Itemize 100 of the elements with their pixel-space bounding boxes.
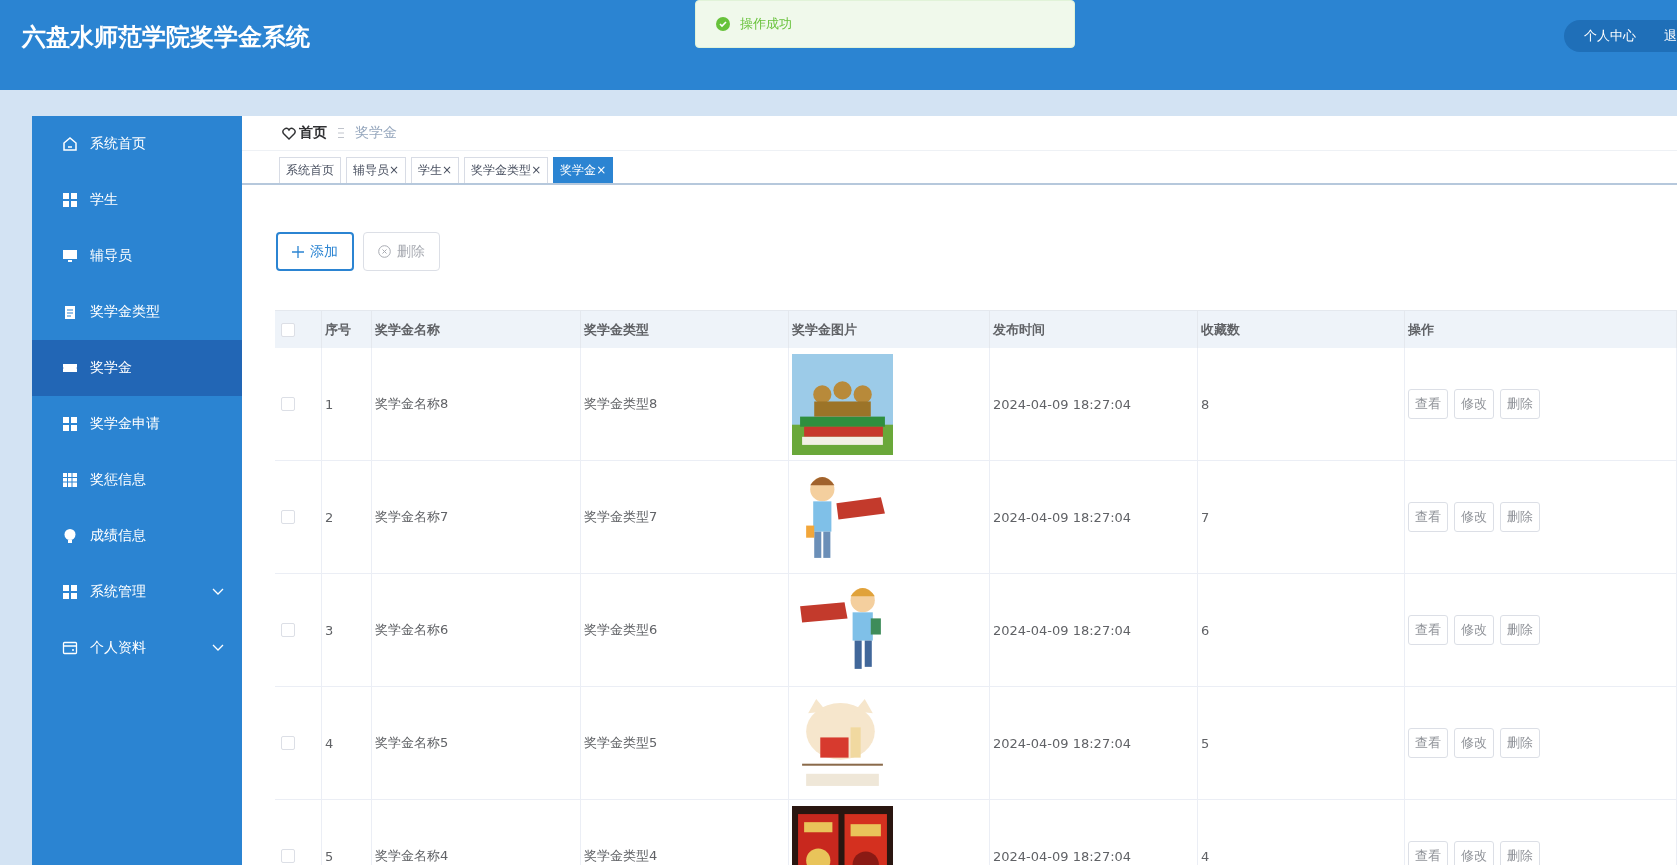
action-button[interactable]: 修改 (1454, 615, 1494, 645)
action-button[interactable]: 修改 (1454, 841, 1494, 865)
table-cell: 2024-04-09 18:27:04 (993, 509, 1132, 525)
action-button[interactable]: 修改 (1454, 389, 1494, 419)
table-cell: 3 (325, 622, 334, 638)
action-button[interactable]: 查看 (1408, 615, 1448, 645)
table-cell: 2024-04-09 18:27:04 (993, 396, 1132, 412)
sidebar-label: 奖学金 (90, 359, 133, 377)
sidebar-item[interactable]: 奖惩信息 (32, 452, 242, 508)
sidebar-label: 成绩信息 (90, 527, 147, 545)
table-cell: 4 (1201, 848, 1210, 864)
clipboard-icon (62, 304, 78, 320)
table-cell: 奖学金名称5 (375, 734, 449, 752)
column-header: 奖学金名称 (375, 320, 440, 339)
row-checkbox[interactable] (281, 623, 295, 637)
table-cell: 奖学金类型6 (584, 621, 658, 639)
table-cell: 奖学金类型5 (584, 734, 658, 752)
sidebar-label: 个人资料 (90, 639, 147, 657)
table-cell: 奖学金类型7 (584, 508, 658, 526)
sidebar-label: 辅导员 (90, 247, 133, 265)
action-button[interactable]: 查看 (1408, 389, 1448, 419)
table-cell: 5 (325, 848, 334, 864)
page-tab[interactable]: 系统首页 (279, 157, 341, 183)
breadcrumb-home-label: 首页 (299, 124, 327, 142)
grid-icon (62, 584, 78, 600)
table-cell: 奖学金名称7 (375, 508, 449, 526)
sidebar-label: 奖学金类型 (90, 303, 161, 321)
row-checkbox[interactable] (281, 849, 295, 863)
table-cell: 2024-04-09 18:27:04 (993, 735, 1132, 751)
table-cell: 8 (1201, 396, 1210, 412)
action-button[interactable]: 删除 (1500, 389, 1540, 419)
table-cell: 2024-04-09 18:27:04 (993, 622, 1132, 638)
add-button[interactable]: 添加 (276, 232, 354, 271)
page-tab[interactable]: 辅导员× (346, 157, 407, 183)
grid-icon (62, 416, 78, 432)
column-header: 序号 (325, 320, 351, 339)
sidebar-item[interactable]: 系统首页 (32, 116, 242, 172)
sidebar-item[interactable]: 奖学金类型 (32, 284, 242, 340)
column-header: 收藏数 (1201, 320, 1240, 339)
action-button[interactable]: 删除 (1500, 841, 1540, 865)
table-cell: 7 (1201, 509, 1210, 525)
wallet-icon (62, 640, 78, 656)
sidebar-label: 系统首页 (90, 135, 147, 153)
row-checkbox[interactable] (281, 736, 295, 750)
home-icon (62, 136, 78, 152)
grid-icon (62, 192, 78, 208)
action-button[interactable]: 查看 (1408, 841, 1448, 865)
separator-icon (337, 127, 345, 139)
table-cell: 2 (325, 509, 334, 525)
plus-icon (292, 245, 304, 258)
table-cell: 奖学金名称8 (375, 395, 449, 413)
page-tab[interactable]: 奖学金× (553, 157, 614, 183)
table-cell: 奖学金名称6 (375, 621, 449, 639)
column-header: 发布时间 (993, 320, 1045, 339)
column-header: 操作 (1408, 320, 1434, 339)
sidebar-label: 学生 (90, 191, 119, 209)
sidebar-label: 奖惩信息 (90, 471, 147, 489)
header-link[interactable]: 退 (1664, 27, 1677, 45)
table-cell: 5 (1201, 735, 1210, 751)
check-circle-icon (716, 17, 730, 31)
table-cell: 奖学金类型8 (584, 395, 658, 413)
breadcrumb-home[interactable]: 首页 (282, 124, 327, 142)
row-checkbox[interactable] (281, 510, 295, 524)
page-tab[interactable]: 奖学金类型× (464, 157, 549, 183)
sidebar-item[interactable]: 奖学金申请 (32, 396, 242, 452)
sidebar-item[interactable]: 学生 (32, 172, 242, 228)
action-button[interactable]: 删除 (1500, 502, 1540, 532)
breadcrumb-current: 奖学金 (355, 124, 397, 142)
table-cell: 6 (1201, 622, 1210, 638)
action-button[interactable]: 删除 (1500, 728, 1540, 758)
action-button[interactable]: 删除 (1500, 615, 1540, 645)
action-button[interactable]: 查看 (1408, 502, 1448, 532)
column-header: 奖学金图片 (792, 320, 857, 339)
sidebar-item[interactable]: 奖学金 (32, 340, 242, 396)
select-all-checkbox[interactable] (281, 322, 295, 337)
page-tab[interactable]: 学生× (411, 157, 460, 183)
table-cell: 4 (325, 735, 334, 751)
table-cell: 奖学金类型4 (584, 847, 658, 865)
sidebar-item[interactable]: 个人资料 (32, 620, 242, 676)
sidebar-label: 系统管理 (90, 583, 147, 601)
monitor-icon (62, 248, 78, 264)
sidebar-label: 奖学金申请 (90, 415, 161, 433)
heart-icon (282, 126, 296, 140)
bulb-icon (62, 528, 78, 544)
action-button[interactable]: 修改 (1454, 502, 1494, 532)
close-circle-icon (378, 245, 391, 258)
toast-message: 操作成功 (740, 15, 792, 33)
table-cell: 奖学金名称4 (375, 847, 449, 865)
table-cell: 2024-04-09 18:27:04 (993, 848, 1132, 864)
column-header: 奖学金类型 (584, 320, 649, 339)
sidebar-item[interactable]: 成绩信息 (32, 508, 242, 564)
action-button[interactable]: 查看 (1408, 728, 1448, 758)
header-link[interactable]: 个人中心 (1584, 27, 1636, 45)
table-cell: 1 (325, 396, 334, 412)
sidebar-item[interactable]: 辅导员 (32, 228, 242, 284)
action-button[interactable]: 修改 (1454, 728, 1494, 758)
sidebar-item[interactable]: 系统管理 (32, 564, 242, 620)
table-icon (62, 472, 78, 488)
row-checkbox[interactable] (281, 397, 295, 411)
site-title: 六盘水师范学院奖学金系统 (22, 22, 310, 52)
